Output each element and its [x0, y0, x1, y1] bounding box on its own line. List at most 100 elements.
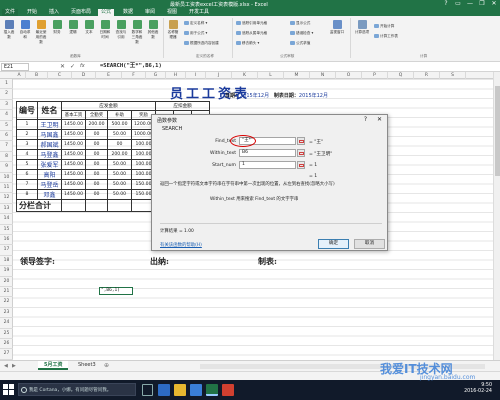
- cell[interactable]: 1450.00: [61, 149, 86, 161]
- insert-function-icon[interactable]: fx: [80, 63, 85, 69]
- cell[interactable]: 高阳: [37, 169, 62, 181]
- sub-header[interactable]: 基本工资: [61, 110, 86, 121]
- row-header[interactable]: 17: [0, 245, 13, 256]
- function-help-link[interactable]: 有关该函数的帮助(H): [160, 242, 202, 248]
- tab-insert[interactable]: 插入: [46, 9, 62, 16]
- row-header[interactable]: 1: [0, 79, 13, 90]
- row-header[interactable]: 10: [0, 173, 13, 183]
- more-functions-button[interactable]: 其他函数: [146, 20, 160, 40]
- tab-formulas[interactable]: 公式: [98, 9, 115, 16]
- cell[interactable]: 1450.00: [61, 139, 86, 151]
- help-icon[interactable]: ?: [364, 116, 367, 123]
- cell[interactable]: 4: [16, 149, 38, 161]
- name-box[interactable]: E21: [1, 63, 29, 71]
- cell[interactable]: 00: [85, 159, 108, 171]
- column-header[interactable]: Q: [388, 72, 414, 79]
- calculate-sheet-button[interactable]: 计算工作表: [374, 34, 398, 39]
- cancel-button[interactable]: 取消: [354, 239, 385, 249]
- cell[interactable]: 50.00: [107, 169, 132, 181]
- cell[interactable]: 7: [16, 179, 38, 191]
- cell[interactable]: 2: [16, 129, 38, 141]
- remove-arrows-button[interactable]: 移去箭头 ▾: [236, 41, 259, 46]
- cell[interactable]: 200.00: [107, 149, 132, 161]
- cell[interactable]: 1450.00: [61, 129, 86, 141]
- cell[interactable]: 500.00: [107, 119, 132, 131]
- within-text-input[interactable]: B6: [239, 149, 296, 157]
- row-header[interactable]: 4: [0, 110, 13, 121]
- cortana-search-box[interactable]: 我是 Cortana，小娜。有问题尽管问我。: [18, 383, 136, 396]
- row-header[interactable]: 22: [0, 297, 13, 308]
- cell[interactable]: 张爱军: [37, 159, 62, 171]
- column-header[interactable]: A: [13, 72, 26, 79]
- header-group-deduction[interactable]: 应扣金额: [154, 100, 211, 112]
- close-icon[interactable]: ✕: [488, 0, 500, 8]
- column-header[interactable]: D: [72, 72, 96, 79]
- ok-button[interactable]: 确定: [318, 239, 349, 249]
- tab-file[interactable]: 文件: [2, 9, 19, 16]
- cell[interactable]: 200.00: [85, 119, 108, 131]
- start-num-input[interactable]: 1: [239, 161, 296, 169]
- cell[interactable]: 8: [16, 189, 38, 201]
- close-icon[interactable]: ✕: [377, 116, 382, 123]
- restore-icon[interactable]: ❐: [476, 0, 488, 8]
- collapse-dialog-icon[interactable]: [297, 137, 305, 145]
- row-header[interactable]: 2: [0, 89, 13, 100]
- formula-input[interactable]: =SEARCH("王*",B6,1): [100, 63, 495, 71]
- vertical-scrollbar[interactable]: [493, 72, 500, 360]
- sub-header[interactable]: 全勤奖: [85, 110, 108, 121]
- row-header[interactable]: 5: [0, 121, 13, 131]
- column-header[interactable]: G: [146, 72, 166, 79]
- cell[interactable]: 1: [16, 119, 38, 131]
- cell[interactable]: 00: [85, 129, 108, 141]
- cell[interactable]: 马国鑫: [37, 129, 62, 141]
- tab-home[interactable]: 开始: [24, 9, 40, 16]
- sheet-prev-icon[interactable]: ◀: [4, 363, 8, 369]
- cell[interactable]: [85, 199, 108, 213]
- cell[interactable]: 郝国斌: [37, 139, 62, 151]
- column-header[interactable]: I: [186, 72, 206, 79]
- cell[interactable]: 1450.00: [61, 169, 86, 181]
- cell[interactable]: 1450.00: [61, 189, 86, 201]
- lookup-button[interactable]: 查找与引用: [114, 20, 128, 40]
- datetime-button[interactable]: 日期和时间: [98, 20, 112, 40]
- autosum-button[interactable]: 自动求和: [18, 20, 32, 40]
- row-header[interactable]: 3: [0, 100, 13, 111]
- subtotal-label[interactable]: 分栏合计: [16, 199, 62, 213]
- row-header[interactable]: 14: [0, 214, 13, 225]
- cell[interactable]: 1450.00: [61, 179, 86, 191]
- header-no[interactable]: 编号: [16, 100, 38, 121]
- watch-window-button[interactable]: 监视窗口: [328, 20, 346, 35]
- edge-browser-icon[interactable]: [158, 384, 170, 396]
- cell[interactable]: 3: [16, 139, 38, 151]
- column-header[interactable]: E: [96, 72, 122, 79]
- row-header[interactable]: 23: [0, 308, 13, 319]
- cell[interactable]: 00: [85, 189, 108, 201]
- recent-functions-button[interactable]: 最近使用的函数: [34, 20, 48, 45]
- row-header[interactable]: 16: [0, 235, 13, 246]
- column-header[interactable]: M: [284, 72, 310, 79]
- scrollbar-thumb[interactable]: [495, 86, 500, 176]
- cell[interactable]: 00: [85, 179, 108, 191]
- enter-icon[interactable]: ✓: [70, 63, 75, 70]
- row-header[interactable]: 6: [0, 131, 13, 142]
- header-group-payable[interactable]: 应发金额: [61, 100, 156, 112]
- app-icon[interactable]: [222, 384, 234, 396]
- cell[interactable]: 00: [85, 139, 108, 151]
- tab-review[interactable]: 审阅: [142, 9, 158, 16]
- tab-data[interactable]: 数据: [120, 9, 136, 16]
- text-button[interactable]: 文本: [82, 20, 96, 35]
- column-header[interactable]: K: [232, 72, 258, 79]
- minimize-icon[interactable]: —: [464, 0, 476, 8]
- collapse-dialog-icon[interactable]: [297, 149, 305, 157]
- logical-button[interactable]: 逻辑: [66, 20, 80, 35]
- cell[interactable]: 00: [85, 169, 108, 181]
- row-header[interactable]: 8: [0, 152, 13, 163]
- trace-dependents-button[interactable]: 追踪从属单元格: [236, 31, 267, 36]
- row-header[interactable]: 18: [0, 256, 13, 267]
- column-header[interactable]: H: [166, 72, 186, 79]
- column-header[interactable]: S: [440, 72, 466, 79]
- column-header[interactable]: O: [336, 72, 362, 79]
- column-header[interactable]: R: [414, 72, 440, 79]
- row-header[interactable]: 25: [0, 329, 13, 339]
- column-header[interactable]: B: [26, 72, 48, 79]
